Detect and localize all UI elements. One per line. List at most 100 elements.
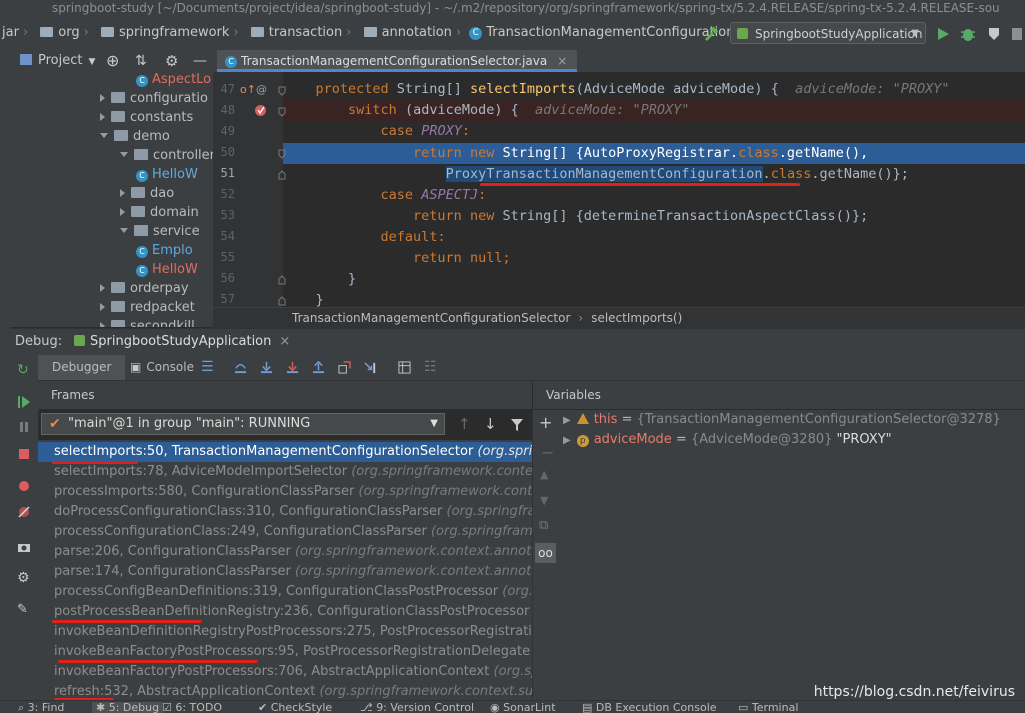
settings-icon[interactable]: ⚙ xyxy=(17,571,31,585)
bottom-tab[interactable]: ✔ CheckStyle xyxy=(258,702,332,713)
tree-item[interactable]: secondkill xyxy=(100,317,195,327)
debug-bug-icon[interactable] xyxy=(960,26,976,42)
chevron-down-icon[interactable] xyxy=(120,152,128,157)
stack-frame[interactable]: postProcessBeanDefinitionRegistry:236, C… xyxy=(54,602,532,622)
code-line-54[interactable]: default: xyxy=(283,227,446,248)
nav-crumb-annotation[interactable]: annotation › xyxy=(360,16,466,50)
chevron-right-icon[interactable] xyxy=(100,284,105,292)
stack-frame[interactable]: invokeBeanDefinitionRegistryPostProcesso… xyxy=(54,622,532,642)
project-view-select[interactable]: Project xyxy=(38,53,82,68)
code-line-49[interactable]: case PROXY: xyxy=(283,121,470,142)
nav-crumb-transaction[interactable]: transaction › xyxy=(247,16,356,50)
expand-icon[interactable]: ▶ xyxy=(563,435,571,446)
tree-item[interactable]: constants xyxy=(100,108,193,127)
step-into-icon[interactable] xyxy=(260,361,273,374)
stack-frame[interactable]: processConfigBeanDefinitions:319, Config… xyxy=(54,582,532,602)
move-down-icon[interactable]: ▼ xyxy=(540,494,548,507)
override-icon[interactable]: o↑ xyxy=(240,83,256,96)
tree-item[interactable]: C Emplo xyxy=(136,241,193,260)
nav-crumb-jar[interactable]: jar › xyxy=(2,16,32,50)
profile-icon[interactable] xyxy=(1010,26,1024,42)
bottom-tab[interactable]: ⌕ 3: Find xyxy=(18,702,64,713)
chevron-right-icon[interactable] xyxy=(100,303,105,311)
collapse-icon[interactable]: ⇅ xyxy=(135,50,147,72)
tree-item[interactable]: C HelloW xyxy=(136,260,198,279)
tree-item[interactable]: redpacket xyxy=(100,298,195,317)
step-over-icon[interactable] xyxy=(234,361,247,374)
thread-select[interactable]: ✔ "main"@1 in group "main": RUNNING ▼ xyxy=(41,413,445,435)
bottom-tab[interactable]: ⎇ 9: Version Control xyxy=(360,702,474,713)
nav-crumb-springframework[interactable]: springframework › xyxy=(97,16,243,50)
run-to-cursor-icon[interactable] xyxy=(364,361,377,374)
tree-item[interactable]: service xyxy=(120,222,200,241)
code-line-52[interactable]: case ASPECTJ: xyxy=(283,185,487,206)
stack-frame[interactable]: invokeBeanFactoryPostProcessors:95, Post… xyxy=(54,642,532,662)
chevron-down-icon[interactable] xyxy=(100,133,108,138)
pause-icon[interactable] xyxy=(17,420,31,434)
tab-console[interactable]: ▣ Console xyxy=(130,355,194,380)
close-icon[interactable]: × xyxy=(279,334,290,349)
breakpoint-icon[interactable] xyxy=(254,104,267,117)
chevron-right-icon[interactable] xyxy=(100,322,105,327)
nav-crumb-org[interactable]: org › xyxy=(36,16,93,50)
evaluate-icon[interactable] xyxy=(398,361,411,374)
tree-item[interactable]: C AspectLo xyxy=(136,72,211,89)
stack-frame[interactable]: selectImports:78, AdviceModeImportSelect… xyxy=(54,462,532,482)
breadcrumb-method[interactable]: selectImports() xyxy=(591,311,682,325)
stack-frame[interactable]: processConfigurationClass:249, Configura… xyxy=(54,522,532,542)
chevron-right-icon[interactable] xyxy=(120,189,125,197)
tree-item[interactable]: C HelloW xyxy=(136,165,198,184)
chevron-right-icon[interactable] xyxy=(100,113,105,121)
pin-icon[interactable]: ✎ xyxy=(17,603,31,617)
coverage-icon[interactable] xyxy=(986,26,1002,42)
tab-selector-java[interactable]: C TransactionManagementConfigurationSelec… xyxy=(217,50,578,72)
stack-frame[interactable]: invokeBeanFactoryPostProcessors:706, Abs… xyxy=(54,662,532,682)
bottom-tab[interactable]: ✱ 5: Debug xyxy=(92,702,164,713)
run-icon[interactable] xyxy=(936,27,950,41)
drop-frame-icon[interactable] xyxy=(338,361,351,374)
stack-frame[interactable]: parse:206, ConfigurationClassParser (org… xyxy=(54,542,532,562)
copy-icon[interactable]: ⧉ xyxy=(539,518,548,533)
tree-item[interactable]: domain xyxy=(120,203,199,222)
stack-frame[interactable]: refresh:532, AbstractApplicationContext … xyxy=(54,682,532,702)
code-line-47[interactable]: protected String[] selectImports(AdviceM… xyxy=(283,79,950,100)
mute-breakpoints-icon[interactable] xyxy=(17,505,31,519)
bottom-tab[interactable]: ☑ 6: TODO xyxy=(162,702,222,713)
variable-row[interactable]: ▶ p adviceMode = {AdviceMode@3280} "PROXY" xyxy=(563,430,892,450)
code-line-56[interactable]: } xyxy=(283,269,356,290)
chevron-right-icon[interactable] xyxy=(120,208,125,216)
code-line-50[interactable]: return new String[] {AutoProxyRegistrar.… xyxy=(283,143,868,164)
stack-frame[interactable]: doProcessConfigurationClass:310, Configu… xyxy=(54,502,532,522)
glasses-icon[interactable]: oo xyxy=(535,543,556,563)
step-out-icon[interactable] xyxy=(312,361,325,374)
stack-frame[interactable]: processImports:580, ConfigurationClassPa… xyxy=(54,482,532,502)
trace-icon[interactable]: ☷ xyxy=(424,355,437,375)
code-line-55[interactable]: return null; xyxy=(283,248,511,269)
filter-icon[interactable] xyxy=(510,418,524,432)
add-watch-icon[interactable]: + xyxy=(539,413,552,432)
camera-icon[interactable] xyxy=(17,540,31,554)
hammer-build-icon[interactable] xyxy=(703,26,719,42)
chevron-down-icon[interactable]: ▼ xyxy=(88,57,95,67)
view-breakpoints-icon[interactable] xyxy=(17,479,31,493)
tree-item[interactable]: dao xyxy=(120,184,174,203)
code-line-53[interactable]: return new String[] {determineTransactio… xyxy=(283,206,868,227)
stop-icon[interactable] xyxy=(17,447,31,461)
close-icon[interactable]: × xyxy=(557,54,567,68)
tree-item[interactable]: demo xyxy=(100,127,170,146)
tree-item[interactable]: controller xyxy=(120,146,213,165)
force-step-into-icon[interactable] xyxy=(286,361,299,374)
target-icon[interactable]: ⊕ xyxy=(106,50,119,72)
code-line-51[interactable]: ProxyTransactionManagementConfiguration.… xyxy=(283,164,909,185)
menu-icon[interactable]: ☰ xyxy=(201,355,214,375)
bottom-tab[interactable]: ▤ DB Execution Console xyxy=(582,702,717,713)
tab-debugger[interactable]: Debugger xyxy=(38,355,126,380)
bottom-tab[interactable]: ▭ Terminal xyxy=(738,702,798,713)
run-configuration-select[interactable]: SpringbootStudyApplication ▼ xyxy=(730,22,926,44)
expand-icon[interactable]: ▶ xyxy=(563,415,571,426)
bottom-tab[interactable]: ◉ SonarLint xyxy=(490,702,556,713)
code-line-48[interactable]: switch (adviceMode) { adviceMode: "PROXY… xyxy=(283,100,689,121)
remove-watch-icon[interactable]: − xyxy=(541,443,554,462)
tree-item[interactable]: configuratio xyxy=(100,89,208,108)
chevron-right-icon[interactable] xyxy=(100,94,105,102)
